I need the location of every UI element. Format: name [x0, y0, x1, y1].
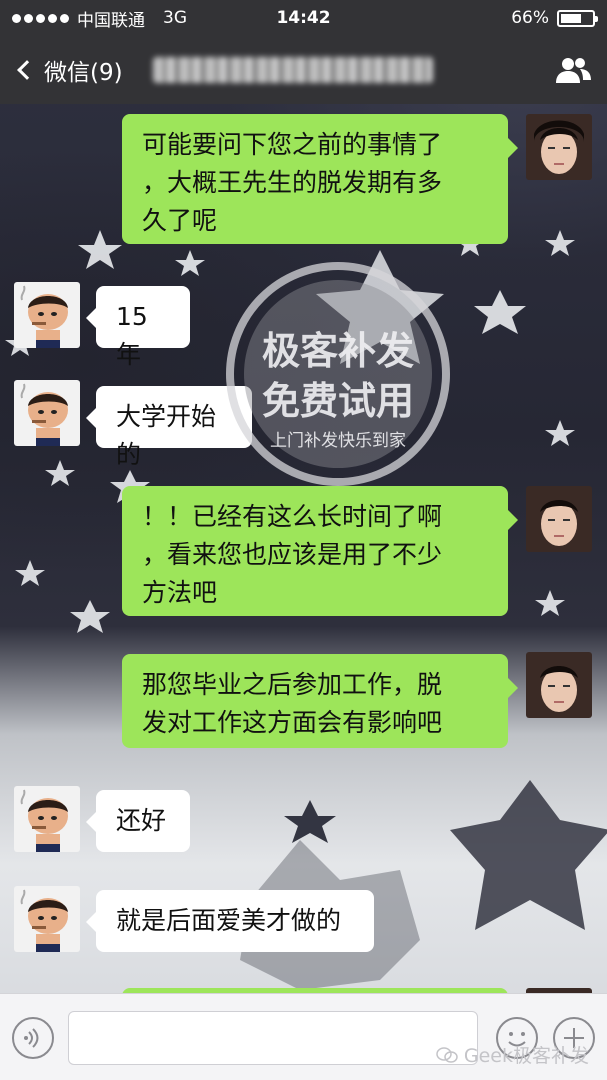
message-line: ！！已经有这么长时间了啊	[142, 502, 443, 531]
footer-watermark: Geek极客补发	[436, 1041, 589, 1068]
message-bubble-incoming[interactable]: 15年	[86, 286, 190, 369]
message-line: ，大概王先生的脱发期有多	[142, 168, 443, 197]
back-chevron-icon	[17, 60, 37, 80]
battery-level	[561, 13, 581, 23]
voice-icon	[24, 1028, 39, 1048]
message-bubble-incoming[interactable]: 大学开始的	[86, 386, 252, 469]
message-bubble-incoming[interactable]: 还好	[86, 790, 190, 852]
message-line: 发对工作这方面会有影响吧	[142, 708, 443, 737]
message-line: 15年	[116, 302, 148, 369]
nav-bar: 微信(9)	[0, 36, 607, 104]
message-line: 可能要问下您之前的事情了	[142, 130, 443, 159]
message-line: 就是后面爱美才做的	[116, 906, 342, 935]
carrier-name: 中国联通	[77, 10, 145, 31]
back-label: 微信(9)	[44, 60, 123, 86]
battery-icon	[557, 9, 598, 27]
message-bubble-incoming[interactable]: 就是后面爱美才做的	[86, 890, 374, 952]
avatar-agent[interactable]	[526, 652, 592, 718]
chat-title-blurred	[152, 57, 433, 83]
avatar-agent[interactable]	[526, 114, 592, 180]
signal-strength-icon	[12, 13, 69, 23]
voice-button[interactable]	[12, 1017, 54, 1059]
avatar-customer[interactable]	[14, 380, 80, 446]
message-bubble-outgoing[interactable]: 那您毕业之后参加工作，脱 发对工作这方面会有影响吧	[122, 654, 518, 748]
battery-percent: 66%	[511, 8, 549, 28]
avatar-agent[interactable]	[526, 486, 592, 552]
status-left: 中国联通 3G	[12, 6, 187, 31]
message-line: 大学开始的	[116, 402, 217, 469]
status-bar: 中国联通 3G 14:42 66%	[0, 0, 607, 36]
message-line: 方法吧	[142, 578, 218, 607]
message-line: ，看来您也应该是用了不少	[142, 540, 443, 569]
avatar-customer[interactable]	[14, 282, 80, 348]
message-line: 久了呢	[142, 206, 218, 235]
back-button[interactable]: 微信(9)	[14, 53, 123, 87]
message-line: 那您毕业之后参加工作，脱	[142, 670, 443, 699]
input-bar: Geek极客补发	[0, 993, 607, 1080]
message-bubble-outgoing[interactable]: ！！已经有这么长时间了啊 ，看来您也应该是用了不少 方法吧	[122, 486, 518, 616]
wechat-logo-icon	[436, 1046, 458, 1063]
status-right: 66%	[511, 8, 598, 28]
group-members-icon[interactable]	[553, 55, 593, 85]
avatar-customer[interactable]	[14, 886, 80, 952]
footer-text: Geek极客补发	[463, 1045, 589, 1067]
avatar-customer[interactable]	[14, 786, 80, 852]
network-type: 3G	[163, 8, 187, 28]
message-bubble-outgoing[interactable]: 可能要问下您之前的事情了 ，大概王先生的脱发期有多 久了呢	[122, 114, 518, 244]
message-input[interactable]	[68, 1011, 478, 1065]
message-line: 还好	[116, 806, 167, 835]
